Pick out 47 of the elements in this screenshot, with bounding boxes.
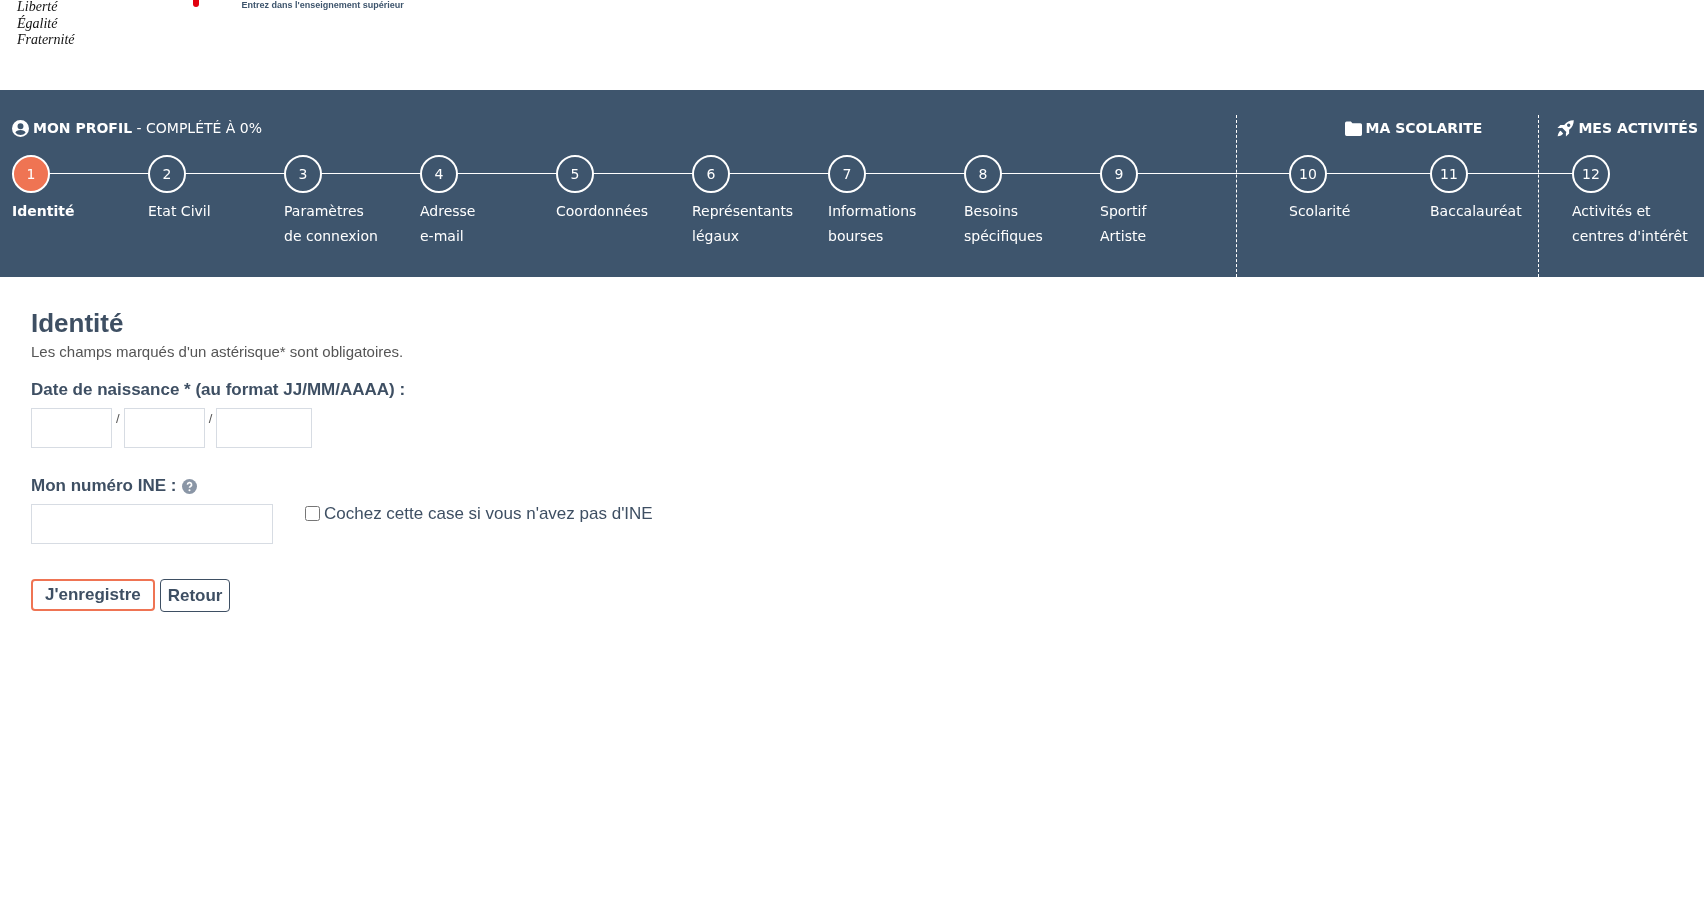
logo-tagline: Entrez dans l'enseignement supérieur [241,0,404,10]
step-circle[interactable]: 10 [1289,155,1327,193]
step-label[interactable]: Adresse e-mail [420,199,476,249]
section-title: MES ACTIVITÉS [1557,119,1698,137]
section-title: MA SCOLARITE [1344,119,1483,137]
step-label[interactable]: Informations bourses [828,199,917,249]
page-title: Identité [31,307,125,339]
step-circle[interactable]: 2 [148,155,186,193]
step-circle[interactable]: 5 [556,155,594,193]
no-ine-checkbox[interactable] [305,506,320,521]
date-label: Date de naissance * (au format JJ/MM/AAAA) : [31,380,407,400]
step-circle[interactable]: 8 [964,155,1002,193]
step-circle[interactable]: 4 [420,155,458,193]
rocket-icon [1557,119,1575,137]
help-icon[interactable] [182,478,198,494]
section-title: MON PROFIL - COMPLÉTÉ À 0% [12,119,263,137]
step-circle[interactable]: 12 [1572,155,1610,193]
step-circle[interactable]: 7 [828,155,866,193]
step-label[interactable]: Paramètres de connexion [284,199,378,249]
step-label[interactable]: Coordonnées [556,199,649,224]
year-field[interactable] [216,408,313,448]
required-note: Les champs marqués d'un astérisque* sont obligatoires. [31,343,405,360]
save-button[interactable]: J'enregistre [31,579,155,611]
back-button[interactable]: Retour [159,579,231,612]
ine-label: Mon numéro INE : [31,476,177,496]
logo-mark [192,0,199,7]
step-circle[interactable]: 9 [1100,155,1138,193]
checkbox-label[interactable]: Cochez cette case si vous n'avez pas d'INE [324,504,653,524]
step-label[interactable]: Besoins spécifiques [964,199,1043,249]
step-circle[interactable]: 3 [284,155,322,193]
user-icon [12,119,29,137]
step-circle[interactable]: 6 [692,155,730,193]
date-separator: / [116,411,120,426]
month-field[interactable] [123,408,205,448]
day-field[interactable] [31,408,112,448]
folder-icon [1344,119,1362,137]
step-label[interactable]: Identité [12,199,75,224]
step-circle[interactable]: 11 [1430,155,1468,193]
step-label[interactable]: Activités et centres d'intérêt [1572,199,1688,249]
step-label[interactable]: Sportif Artiste [1100,199,1147,249]
motto-text: Liberté Égalité Fraternité [16,0,75,49]
ine-field[interactable] [31,504,273,544]
step-label[interactable]: Baccalauréat [1430,199,1522,224]
date-separator: / [208,411,213,426]
step-label[interactable]: Etat Civil [148,199,211,224]
step-label[interactable]: Représentants légaux [692,199,794,249]
step-label[interactable]: Scolarité [1289,199,1351,224]
